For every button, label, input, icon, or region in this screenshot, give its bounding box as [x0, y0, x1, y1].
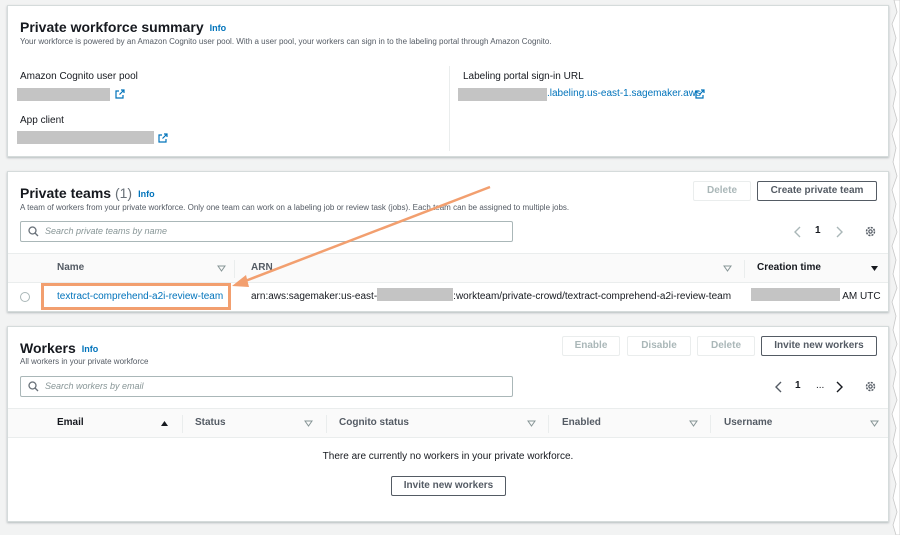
app-client-label: App client — [20, 115, 64, 126]
search-icon — [28, 381, 39, 392]
sort-caret-icon[interactable] — [870, 420, 879, 427]
arn-prefix: arn:aws:sagemaker:us-east- — [251, 291, 378, 302]
summary-description: Your workforce is powered by an Amazon C… — [20, 37, 552, 46]
arn-suffix: :workteam/private-crowd/textract-compreh… — [453, 291, 732, 302]
teams-page-number[interactable]: 1 — [815, 225, 821, 236]
workers-info-link[interactable]: Info — [82, 344, 99, 354]
external-link-icon[interactable] — [158, 133, 168, 143]
sort-caret-icon[interactable] — [723, 265, 732, 272]
row-radio-button[interactable] — [20, 292, 30, 302]
workers-table-header: Email Status Cognito status Enabled User… — [8, 408, 888, 438]
teams-count: (1) — [114, 185, 133, 201]
invite-new-workers-button[interactable]: Invite new workers — [761, 336, 877, 356]
workforce-summary-panel: Private workforce summary Info Your workf… — [7, 5, 889, 157]
sort-caret-icon[interactable] — [689, 420, 698, 427]
column-username[interactable]: Username — [724, 409, 772, 439]
column-separator — [548, 415, 549, 433]
workers-title: Workers Info — [20, 340, 98, 356]
sort-caret-icon[interactable] — [217, 265, 226, 272]
sort-desc-icon[interactable] — [870, 265, 879, 272]
disable-button[interactable]: Disable — [627, 336, 691, 356]
teams-search-input[interactable]: Search private teams by name — [20, 221, 513, 242]
chevron-right-icon[interactable] — [834, 381, 844, 393]
enable-button[interactable]: Enable — [562, 336, 620, 356]
external-link-icon[interactable] — [115, 89, 125, 99]
column-separator — [182, 415, 183, 433]
column-separator — [744, 260, 745, 278]
column-status[interactable]: Status — [195, 409, 226, 439]
team-highlight-box — [41, 283, 231, 310]
portal-url-link[interactable]: .labeling.us-east-1.sagemaker.aws — [547, 88, 701, 99]
gear-icon[interactable] — [864, 380, 877, 393]
portal-url-redacted — [458, 88, 547, 101]
delete-worker-button[interactable]: Delete — [697, 336, 755, 356]
chevron-left-icon[interactable] — [774, 381, 784, 393]
teams-info-link[interactable]: Info — [138, 189, 155, 199]
column-email[interactable]: Email — [57, 409, 84, 439]
empty-invite-workers-button[interactable]: Invite new workers — [391, 476, 506, 496]
teams-title-text: Private teams — [20, 185, 112, 201]
teams-title: Private teams (1) Info — [20, 185, 155, 201]
app-client-redacted — [17, 131, 154, 144]
workers-title-text: Workers — [20, 340, 76, 356]
teams-description: A team of workers from your private work… — [20, 203, 570, 212]
time-suffix: AM UTC — [842, 291, 881, 302]
sort-asc-icon[interactable] — [160, 420, 169, 427]
column-cognito-status[interactable]: Cognito status — [339, 409, 409, 439]
teams-table-header: Name ARN Creation time — [8, 253, 888, 283]
time-redacted — [751, 288, 840, 301]
search-icon — [28, 226, 39, 237]
workers-page-ellipsis: ... — [816, 380, 825, 391]
user-pool-label: Amazon Cognito user pool — [20, 71, 138, 82]
chevron-left-icon[interactable] — [793, 226, 803, 238]
workers-empty-message: There are currently no workers in your p… — [322, 451, 574, 462]
column-name[interactable]: Name — [57, 254, 84, 284]
team-arn: arn:aws:sagemaker:us-east- :workteam/priv… — [251, 284, 731, 312]
team-creation-time: AM UTC — [751, 284, 881, 312]
external-link-icon[interactable] — [695, 89, 705, 99]
sort-caret-icon[interactable] — [527, 420, 536, 427]
workers-panel: Workers Info All workers in your private … — [7, 326, 889, 522]
workers-description: All workers in your private workforce — [20, 357, 149, 366]
column-arn[interactable]: ARN — [251, 254, 273, 284]
column-divider — [449, 66, 450, 151]
delete-team-button[interactable]: Delete — [693, 181, 751, 201]
torn-edge-decoration — [891, 0, 900, 535]
private-teams-panel: Private teams (1) Info A team of workers … — [7, 171, 889, 312]
column-separator — [326, 415, 327, 433]
workers-search-input[interactable]: Search workers by email — [20, 376, 513, 397]
workers-search-placeholder: Search workers by email — [45, 381, 144, 391]
column-creation-time[interactable]: Creation time — [757, 254, 821, 284]
portal-url-label: Labeling portal sign-in URL — [463, 71, 584, 82]
arn-redacted — [377, 288, 454, 301]
column-enabled[interactable]: Enabled — [562, 409, 601, 439]
sort-caret-icon[interactable] — [304, 420, 313, 427]
teams-search-placeholder: Search private teams by name — [45, 226, 168, 236]
create-private-team-button[interactable]: Create private team — [757, 181, 877, 201]
user-pool-redacted — [17, 88, 110, 101]
summary-info-link[interactable]: Info — [210, 23, 227, 33]
summary-title-text: Private workforce summary — [20, 19, 204, 35]
workers-page-number[interactable]: 1 — [795, 380, 801, 391]
column-separator — [234, 260, 235, 278]
column-separator — [710, 415, 711, 433]
gear-icon[interactable] — [864, 225, 877, 238]
chevron-right-icon[interactable] — [834, 226, 844, 238]
summary-title: Private workforce summary Info — [20, 19, 226, 35]
